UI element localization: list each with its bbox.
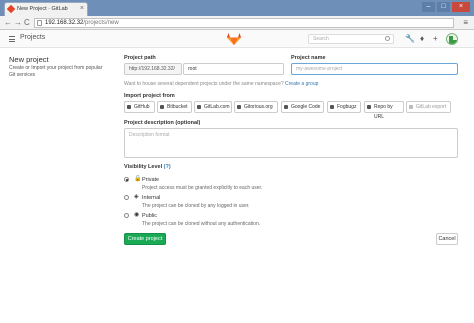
import-gitorious-label: Gitorious.org: [244, 104, 273, 110]
browser-menu-icon[interactable]: ≡: [463, 18, 468, 28]
visibility-label-text: Visibility Level: [124, 164, 163, 170]
import-gitlabcom-label: GitLab.com: [204, 104, 230, 110]
private-desc: Project access must be granted explicitl…: [142, 185, 263, 191]
git-icon: [367, 105, 371, 109]
plus-icon[interactable]: +: [433, 34, 438, 44]
radio-internal[interactable]: [124, 195, 129, 200]
globe-icon: ◉: [134, 212, 140, 218]
github-icon: [127, 105, 131, 109]
description-label: Project description (optional): [124, 120, 201, 126]
minimize-button[interactable]: –: [422, 2, 435, 12]
cancel-button[interactable]: Cancel: [436, 233, 458, 245]
project-name-input[interactable]: my-awesome-project: [291, 63, 458, 75]
window-close-button[interactable]: ×: [452, 2, 470, 12]
gitlab-export-icon: [409, 105, 413, 109]
namespace-hint-text: Want to house several dependent projects…: [124, 81, 284, 87]
google-icon: [284, 105, 288, 109]
radio-public[interactable]: [124, 213, 129, 218]
back-icon[interactable]: ←: [4, 18, 12, 28]
project-name-label: Project name: [291, 55, 326, 61]
lock-icon: 🔒: [134, 176, 142, 182]
description-textarea[interactable]: Description format: [124, 128, 458, 158]
project-name-placeholder: my-awesome-project: [296, 66, 343, 72]
project-path-label: Project path: [124, 55, 156, 61]
maximize-button[interactable]: □: [437, 2, 450, 12]
create-group-link[interactable]: Create a group: [285, 81, 318, 87]
import-label: Import project from: [124, 93, 175, 99]
radio-private[interactable]: [124, 177, 129, 182]
avatar[interactable]: [446, 33, 458, 45]
tab-close-icon[interactable]: ×: [80, 3, 84, 15]
browser-tab[interactable]: New Project · GitLab ×: [4, 2, 88, 16]
address-bar-row: ← → C 192.168.32.32/projects/new ≡: [0, 16, 474, 30]
import-repo-url-button[interactable]: Repo by URL: [364, 101, 404, 120]
import-bitbucket-label: Bitbucket: [167, 104, 188, 110]
browser-tab-bar: New Project · GitLab × – □ ×: [0, 0, 474, 16]
bug-icon: [330, 105, 334, 109]
namespace-hint: Want to house several dependent projects…: [124, 81, 318, 87]
reload-icon[interactable]: C: [24, 18, 30, 28]
namespace-select[interactable]: root: [183, 63, 284, 75]
path-prefix: http://192.168.32.32/: [124, 63, 182, 75]
forward-icon[interactable]: →: [14, 18, 22, 28]
gitlab-favicon-icon: [6, 4, 16, 14]
import-repo-url-label: Repo by URL: [374, 104, 393, 120]
gitlab-header: Projects Search 🔧 ♦ +: [0, 30, 474, 48]
shield-icon: ◈: [134, 194, 139, 200]
page-info-icon[interactable]: [37, 20, 42, 26]
import-googlecode-label: Google Code: [291, 104, 321, 110]
visibility-help-link[interactable]: (?): [164, 164, 171, 170]
search-input[interactable]: Search: [308, 34, 394, 44]
public-title: Public: [142, 213, 157, 219]
import-gitlabcom-button[interactable]: GitLab.com: [194, 101, 232, 113]
bell-icon[interactable]: ♦: [420, 34, 424, 44]
url-path: /projects/new: [83, 20, 119, 26]
hamburger-icon[interactable]: [9, 36, 15, 42]
heart-icon: [197, 105, 201, 109]
private-title: Private: [142, 177, 160, 183]
gitlab-logo-icon[interactable]: [227, 33, 241, 45]
namespace-value: root: [188, 66, 197, 72]
url-host: 192.168.32.32: [45, 20, 84, 26]
public-desc: The project can be cloned without any au…: [142, 221, 261, 227]
wrench-icon[interactable]: 🔧: [405, 34, 415, 44]
page-description: Create or Import your project from popul…: [9, 65, 103, 78]
create-project-button[interactable]: Create project: [124, 233, 166, 245]
import-fogbugz-button[interactable]: Fogbugz: [327, 101, 361, 113]
header-title[interactable]: Projects: [20, 34, 45, 41]
search-icon: [385, 36, 390, 41]
visibility-label: Visibility Level (?): [124, 164, 171, 170]
internal-desc: The project can be cloned by any logged …: [142, 203, 250, 209]
import-gitorious-button[interactable]: Gitorious.org: [234, 101, 278, 113]
url-input[interactable]: 192.168.32.32/projects/new: [34, 18, 454, 28]
internal-title: Internal: [142, 195, 161, 201]
import-github-label: GitHub: [134, 104, 150, 110]
tab-title: New Project · GitLab: [17, 6, 68, 12]
import-bitbucket-button[interactable]: Bitbucket: [157, 101, 192, 113]
description-placeholder: Description format: [129, 132, 170, 138]
search-placeholder: Search: [313, 36, 329, 42]
import-fogbugz-label: Fogbugz: [337, 104, 357, 110]
import-github-button[interactable]: GitHub: [124, 101, 155, 113]
bitbucket-icon: [160, 105, 164, 109]
gitorious-icon: [237, 105, 241, 109]
import-gitlab-export-label: GitLab export: [416, 104, 447, 110]
import-googlecode-button[interactable]: Google Code: [281, 101, 324, 113]
page-title: New project: [9, 55, 49, 64]
import-gitlab-export-button[interactable]: GitLab export: [406, 101, 451, 113]
window-controls: – □ ×: [422, 2, 470, 12]
